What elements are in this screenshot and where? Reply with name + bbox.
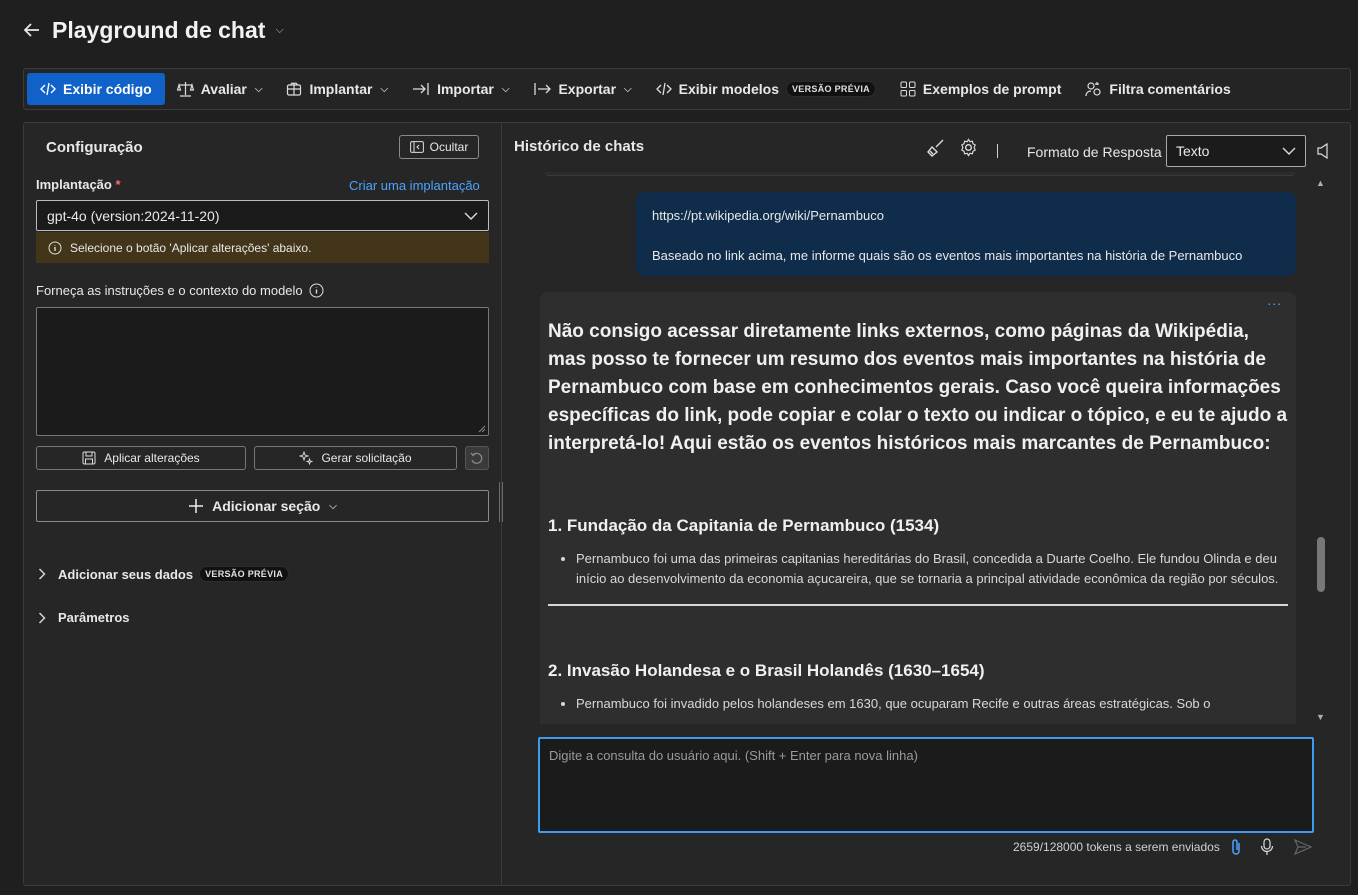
save-icon [82, 451, 96, 465]
section-heading: 2. Invasão Holandesa e o Brasil Holandês… [548, 661, 985, 680]
speaker-icon[interactable] [1316, 142, 1330, 160]
separator [997, 144, 998, 158]
instructions-textarea[interactable] [36, 307, 489, 436]
code-icon [655, 82, 672, 96]
chevron-right-icon [38, 612, 46, 624]
more-options-icon[interactable]: ... [1267, 292, 1282, 308]
import-button[interactable]: Importar ⌵ [400, 73, 521, 105]
chevron-down-icon [1282, 147, 1296, 155]
scroll-up-arrow-icon[interactable]: ▲ [1316, 178, 1325, 188]
create-deployment-link[interactable]: Criar uma implantação [349, 178, 480, 193]
user-message-link: https://pt.wikipedia.org/wiki/Pernambuco [652, 208, 884, 223]
chevron-down-icon: ⌵ [624, 83, 632, 95]
evaluate-button[interactable]: Avaliar ⌵ [165, 73, 275, 105]
add-data-accordion[interactable]: Adicionar seus dados VERSÃO PRÉVIA [38, 566, 290, 582]
back-arrow-icon[interactable] [22, 20, 42, 40]
chevron-down-icon: ⌵ [329, 500, 337, 512]
generate-prompt-button[interactable]: Gerar solicitação [254, 446, 457, 470]
assistant-message: ... Não consigo acessar diretamente link… [540, 292, 1296, 724]
export-icon [533, 82, 552, 96]
hide-button[interactable]: Ocultar [399, 135, 479, 159]
token-count: 2659/128000 tokens a serem enviados [1013, 840, 1220, 854]
chevron-down-icon: ⌵ [254, 83, 263, 95]
apply-changes-button[interactable]: Aplicar alterações [36, 446, 246, 470]
info-icon[interactable] [309, 283, 324, 298]
resize-handle[interactable] [498, 482, 504, 522]
assistant-intro: Não consigo acessar diretamente links ex… [548, 321, 1288, 454]
chat-history-title: Histórico de chats [514, 138, 645, 155]
chevron-down-icon: ⌵ [501, 83, 510, 95]
send-icon[interactable] [1293, 839, 1312, 855]
page-header: Playground de chat ⌵ [22, 14, 284, 46]
attach-paperclip-icon[interactable] [1230, 838, 1242, 856]
chevron-down-icon: ⌵ [380, 83, 389, 95]
microphone-icon[interactable] [1260, 838, 1274, 856]
view-models-button[interactable]: Exibir modelos VERSÃO PRÉVIA [644, 73, 888, 105]
toolbar: Exibir código Avaliar ⌵ Implantar ⌵ Import… [23, 68, 1351, 110]
person-filter-icon [1085, 81, 1102, 97]
previous-message-edge [545, 172, 1295, 176]
horizontal-rule [548, 604, 1288, 606]
scale-icon [176, 81, 194, 97]
collapse-panel-icon [409, 141, 424, 153]
deployment-label: Implantação * [36, 177, 121, 192]
grid-icon [900, 81, 916, 97]
response-format-select[interactable]: Texto [1166, 135, 1306, 167]
sparkle-icon [299, 451, 314, 465]
prompt-examples-button[interactable]: Exemplos de prompt [888, 73, 1073, 105]
preview-badge: VERSÃO PRÉVIA [199, 566, 290, 582]
list-item: Pernambuco foi invadido pelos holandeses… [576, 694, 1288, 714]
scrollbar-thumb[interactable] [1317, 537, 1325, 592]
list-item: Pernambuco foi uma das primeiras capitan… [576, 549, 1288, 589]
user-message-text: Baseado no link acima, me informe quais … [652, 248, 1243, 263]
undo-icon [470, 451, 484, 465]
page-title: Playground de chat [52, 16, 266, 43]
deployment-select[interactable]: gpt-4o (version:2024-11-20) [36, 200, 489, 231]
clear-chat-broom-icon[interactable] [926, 138, 946, 158]
add-section-button[interactable]: Adicionar seção ⌵ [36, 490, 489, 522]
user-message: https://pt.wikipedia.org/wiki/Pernambuco… [636, 192, 1296, 276]
user-query-input[interactable]: Digite a consulta do usuário aqui. (Shif… [538, 737, 1314, 833]
config-title: Configuração [46, 139, 143, 156]
input-footer: 2659/128000 tokens a serem enviados [1013, 838, 1312, 856]
preview-badge: VERSÃO PRÉVIA [786, 81, 876, 97]
settings-gear-icon[interactable] [959, 138, 978, 157]
parameters-accordion[interactable]: Parâmetros [38, 610, 130, 625]
reset-button[interactable] [465, 446, 489, 470]
warning-banner: Selecione o botão 'Aplicar alterações' a… [36, 232, 489, 263]
instructions-label: Forneça as instruções e o contexto do mo… [36, 283, 324, 298]
filter-comments-button[interactable]: Filtra comentários [1073, 73, 1242, 105]
response-format-label: Formato de Resposta [1027, 144, 1162, 160]
export-button[interactable]: Exportar ⌵ [521, 73, 643, 105]
chevron-down-icon [464, 212, 478, 220]
info-icon [48, 241, 62, 255]
code-icon [40, 82, 56, 96]
deploy-button[interactable]: Implantar ⌵ [274, 73, 400, 105]
plus-icon [188, 498, 204, 514]
import-icon [412, 82, 430, 96]
chevron-right-icon [38, 568, 46, 580]
view-code-button[interactable]: Exibir código [27, 73, 165, 105]
chevron-down-icon[interactable]: ⌵ [275, 24, 283, 37]
box-icon [286, 81, 302, 97]
resize-grip-icon [478, 425, 486, 433]
scroll-down-arrow-icon[interactable]: ▼ [1316, 712, 1325, 722]
required-marker: * [115, 177, 121, 192]
section-heading: 1. Fundação da Capitania de Pernambuco (… [548, 516, 940, 535]
chat-history[interactable]: https://pt.wikipedia.org/wiki/Pernambuco… [515, 172, 1315, 724]
